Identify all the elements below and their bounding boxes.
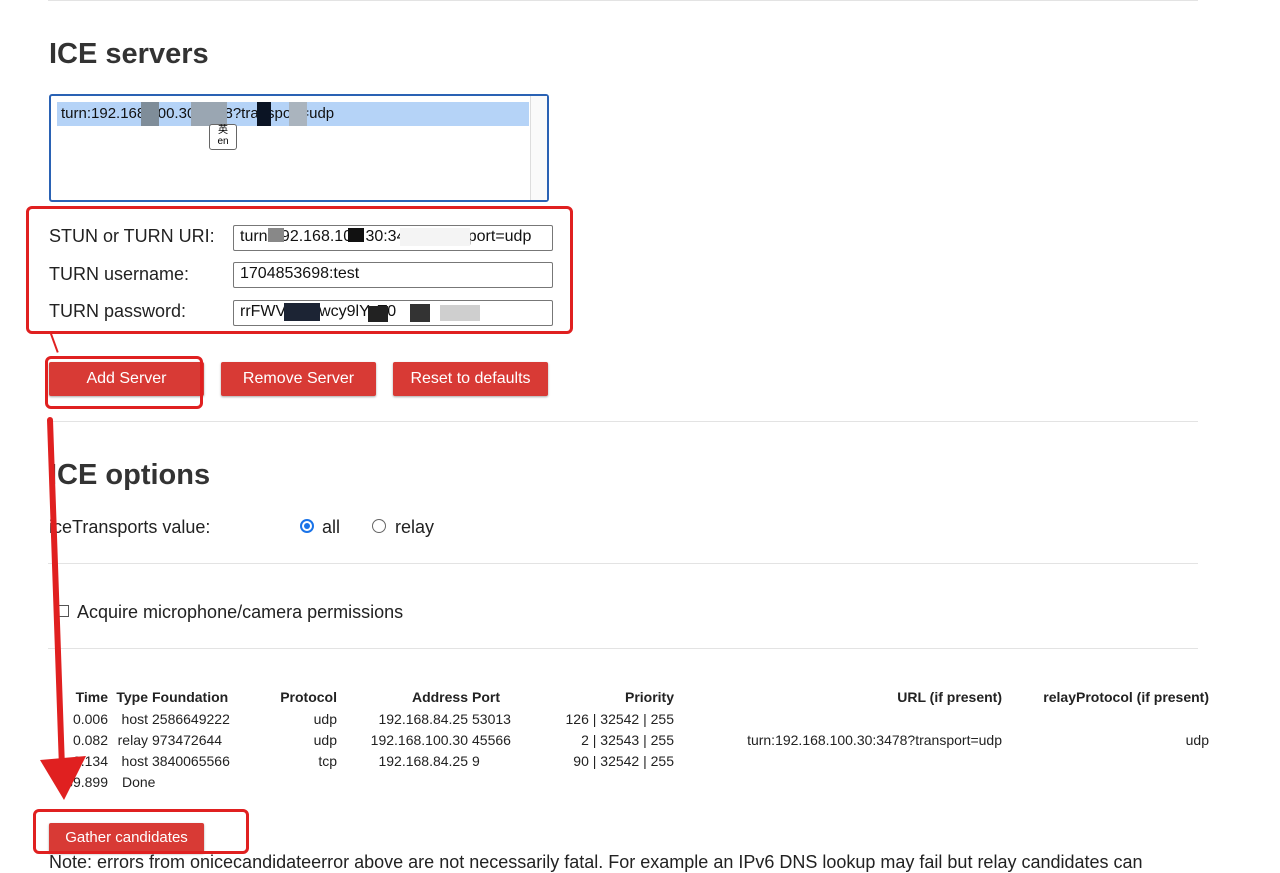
note-text: Note: errors from onicecandidateerror ab… <box>49 852 1143 872</box>
annotation-arrow <box>40 417 86 800</box>
annotation-box-gather <box>33 809 249 854</box>
